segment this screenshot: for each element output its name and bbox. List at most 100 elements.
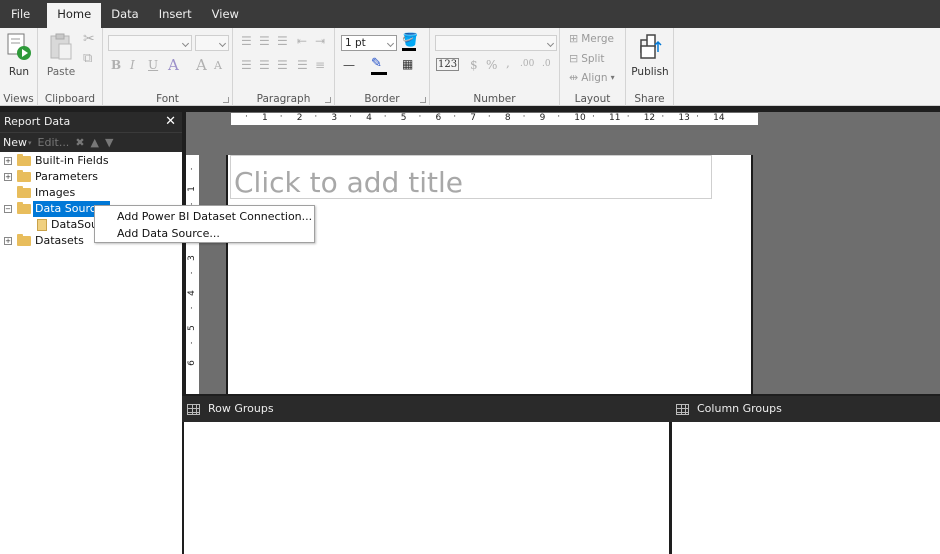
increase-decimal-button[interactable]: .00 [520, 59, 534, 69]
run-button[interactable]: Run [4, 32, 34, 78]
paste-icon [48, 32, 74, 62]
column-groups-panel[interactable] [672, 422, 940, 554]
delete-icon[interactable]: ✖ [75, 136, 84, 149]
font-color-button[interactable]: A [168, 56, 179, 74]
paragraph-dialog-launcher-icon[interactable] [325, 97, 331, 103]
menu-item-add-power-bi-dataset-connection[interactable]: Add Power BI Dataset Connection... [95, 208, 314, 225]
collapse-icon[interactable]: − [4, 205, 12, 213]
font-dialog-launcher-icon[interactable] [223, 97, 229, 103]
grow-font-button[interactable]: A [196, 56, 207, 74]
borders-icon[interactable]: ▦ [402, 57, 413, 71]
bullets-icon[interactable]: ≡ [315, 58, 325, 72]
ruler-tick: · [190, 165, 193, 175]
horizontal-ruler: ·1·2·3·4·5·6·7·8·9·10·11·12·13·14 [231, 113, 758, 125]
border-style-icon[interactable]: — [343, 58, 355, 72]
publish-button[interactable]: Publish [630, 32, 670, 78]
expand-icon[interactable]: + [4, 173, 12, 181]
percent-button[interactable]: % [486, 58, 497, 72]
group-views: Run Views [0, 28, 38, 106]
folder-icon [17, 156, 31, 166]
comma-button[interactable]: , [506, 56, 510, 70]
close-icon[interactable]: ✕ [165, 112, 176, 132]
chevron-down-icon: ▾ [611, 73, 615, 82]
report-builder-window: File Home Data Insert View Run Views [0, 0, 940, 554]
border-color-icon[interactable]: ✎ [371, 56, 382, 71]
align-button[interactable]: ⇹Align▾ [569, 71, 615, 84]
increase-indent-icon[interactable]: ⇥ [315, 34, 325, 48]
ruler-tick: · [245, 112, 248, 122]
decrease-indent-icon[interactable]: ⇤ [297, 34, 307, 48]
ruler-label: 6 [436, 113, 442, 123]
merge-button[interactable]: ⊞Merge [569, 32, 614, 45]
ruler-label: 9 [540, 113, 546, 123]
report-title-textbox[interactable]: Click to add title [230, 155, 712, 199]
border-dialog-launcher-icon[interactable] [420, 97, 426, 103]
decrease-decimal-button[interactable]: .0 [542, 59, 551, 69]
align-middle-icon[interactable]: ☰ [259, 34, 270, 48]
ruler-tick: · [696, 112, 699, 122]
expand-icon[interactable]: + [4, 157, 12, 165]
align-label: Align [581, 72, 607, 84]
column-groups-label: Column Groups [697, 395, 782, 423]
report-page[interactable]: Click to add title [226, 155, 753, 394]
ruler-label: 12 [644, 113, 655, 123]
tab-view[interactable]: View [202, 0, 249, 28]
ruler-tick: · [190, 304, 193, 314]
folder-icon [17, 236, 31, 246]
align-bottom-icon[interactable]: ☰ [277, 34, 288, 48]
ruler-tick: · [190, 339, 193, 349]
ribbon: Run Views Paste ✂ ⧉ Clipboard B I [0, 28, 940, 106]
ruler-label: 1 [262, 113, 268, 123]
split-button[interactable]: ⊟Split [569, 52, 605, 65]
cut-icon[interactable]: ✂ [83, 31, 95, 47]
new-dropdown-icon[interactable]: ▾ [28, 139, 32, 147]
data-source-icon [37, 219, 47, 231]
tree-node-built-in-fields[interactable]: + Built-in Fields [0, 153, 182, 169]
move-down-icon[interactable]: ▼ [105, 136, 113, 149]
move-up-icon[interactable]: ▲ [91, 136, 99, 149]
fill-color-icon[interactable]: 🪣 [402, 33, 418, 48]
tab-home[interactable]: Home [47, 3, 101, 28]
align-top-icon[interactable]: ☰ [241, 34, 252, 48]
tree-node-images[interactable]: Images [0, 185, 182, 201]
row-groups-icon [187, 404, 200, 415]
font-name-dropdown[interactable] [108, 35, 192, 51]
vertical-ruler: 1·2·3·4·5·6· [186, 155, 199, 394]
publish-icon [637, 32, 663, 62]
new-button[interactable]: New [3, 136, 27, 149]
tree-node-parameters[interactable]: + Parameters [0, 169, 182, 185]
border-width-value: 1 pt [345, 37, 366, 49]
split-label: Split [581, 53, 604, 65]
copy-icon[interactable]: ⧉ [83, 51, 92, 66]
expand-icon[interactable]: + [4, 237, 12, 245]
ruler-label: 4 [187, 290, 197, 296]
tab-insert[interactable]: Insert [149, 0, 202, 28]
number-format-dropdown[interactable] [435, 35, 557, 51]
group-label-layout: Layout [560, 93, 625, 105]
placeholder-number-icon[interactable]: 123 [436, 58, 459, 71]
menu-item-add-data-source[interactable]: Add Data Source... [95, 225, 314, 242]
justify-icon[interactable]: ☰ [297, 58, 308, 72]
group-font: B I U A A A Font [103, 28, 233, 106]
bold-button[interactable]: B [111, 58, 121, 72]
shrink-font-button[interactable]: A [214, 59, 222, 72]
border-width-dropdown[interactable]: 1 pt [341, 35, 397, 51]
tab-file[interactable]: File [0, 0, 47, 28]
merge-icon: ⊞ [569, 32, 578, 45]
report-data-pane: Report Data ✕ New ▾ Edit... ✖ ▲ ▼ + Buil… [0, 112, 182, 554]
font-size-dropdown[interactable] [195, 35, 229, 51]
tab-data[interactable]: Data [101, 0, 148, 28]
row-groups-panel[interactable] [184, 422, 669, 554]
align-center-icon[interactable]: ☰ [259, 58, 270, 72]
paste-button[interactable]: Paste [46, 32, 76, 78]
currency-button[interactable]: $ [470, 58, 478, 72]
ruler-label: 5 [187, 325, 197, 331]
underline-button[interactable]: U [148, 58, 158, 72]
align-left-icon[interactable]: ☰ [241, 58, 252, 72]
ruler-tick: · [488, 112, 491, 122]
align-right-icon[interactable]: ☰ [277, 58, 288, 72]
italic-button[interactable]: I [130, 58, 135, 72]
tree-node-label: Built-in Fields [35, 153, 109, 169]
group-label-font: Font [103, 93, 232, 105]
edit-button[interactable]: Edit... [38, 136, 70, 149]
